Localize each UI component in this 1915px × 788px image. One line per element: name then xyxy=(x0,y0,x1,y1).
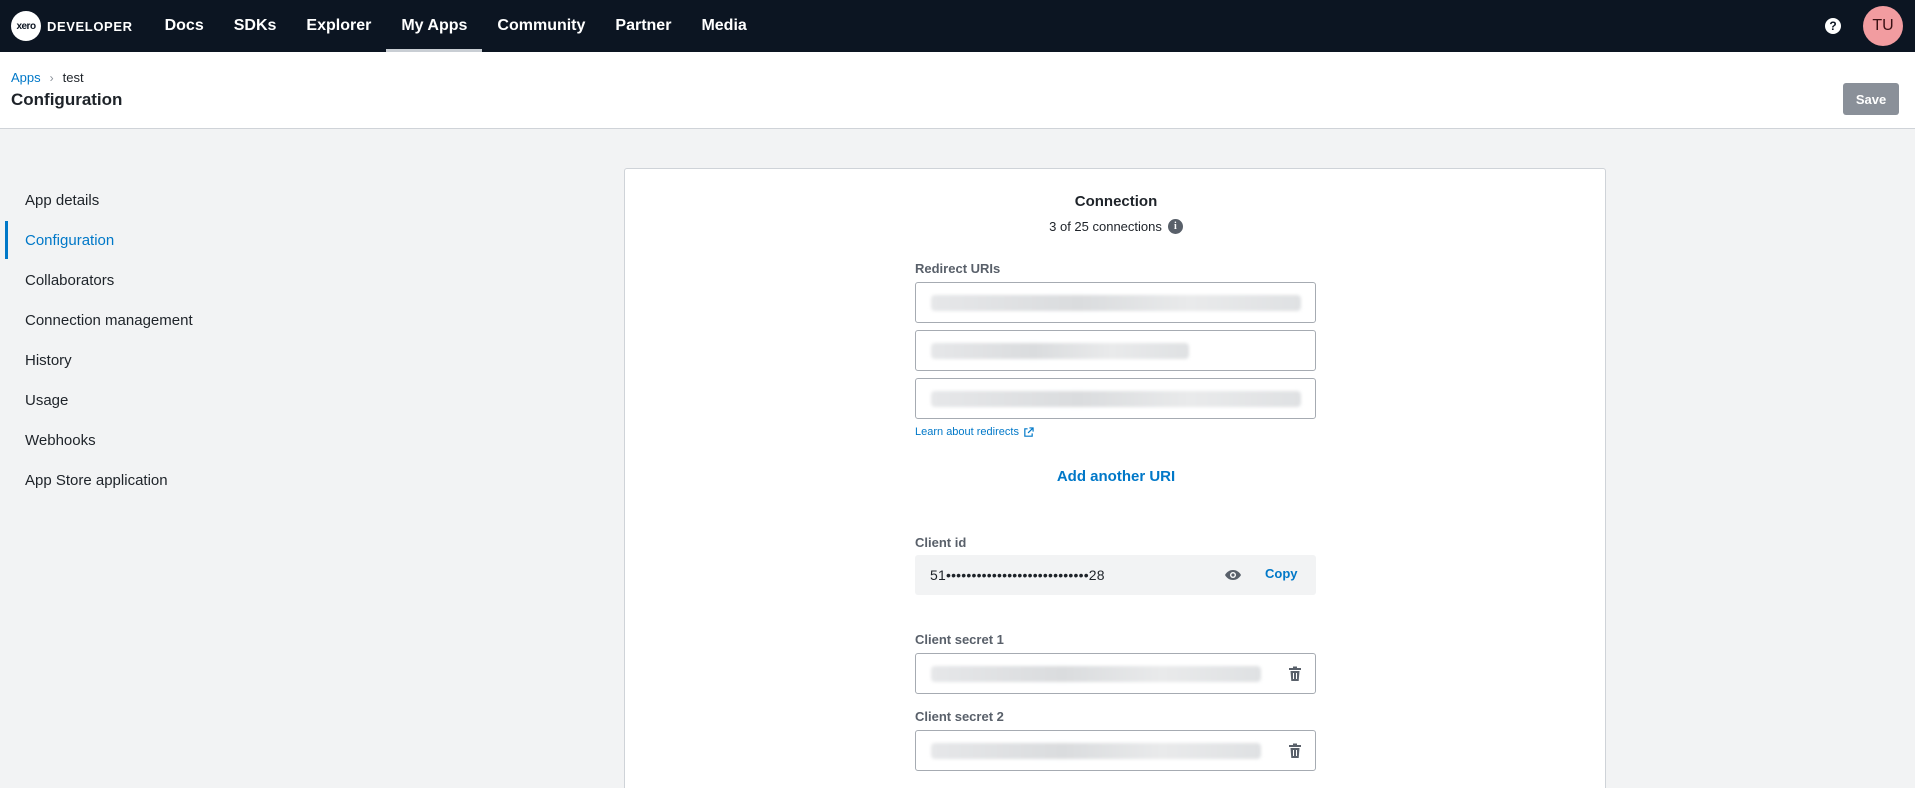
learn-link-label: Learn about redirects xyxy=(915,426,1019,438)
sidebar-item-history[interactable]: History xyxy=(0,340,400,380)
redacted-value xyxy=(931,743,1261,759)
breadcrumb-current: test xyxy=(62,70,84,85)
redirect-uri-input-2[interactable] xyxy=(915,330,1316,371)
learn-about-redirects-link[interactable]: Learn about redirects xyxy=(915,426,1034,438)
sidebar-item-configuration[interactable]: Configuration xyxy=(0,220,400,260)
nav-item-sdks[interactable]: SDKs xyxy=(219,0,292,52)
client-secret-2-label: Client secret 2 xyxy=(915,709,1004,724)
sidebar-item-connection-management[interactable]: Connection management xyxy=(0,300,400,340)
client-id-field: 51••••••••••••••••••••••••••••28 Copy xyxy=(915,555,1316,595)
client-secret-1-label: Client secret 1 xyxy=(915,632,1004,647)
info-icon[interactable]: i xyxy=(1167,219,1183,234)
connection-title: Connection xyxy=(1074,193,1158,210)
sidebar: App details Configuration Collaborators … xyxy=(0,180,400,500)
trash-icon[interactable] xyxy=(1288,743,1302,759)
help-icon[interactable]: ? xyxy=(1825,18,1841,34)
add-another-uri-button[interactable]: Add another URI xyxy=(625,468,1607,485)
external-link-icon xyxy=(1024,426,1034,437)
connection-card: Connection 3 of 25 connections i Redirec… xyxy=(624,168,1606,788)
sidebar-item-app-details[interactable]: App details xyxy=(0,180,400,220)
redirect-uri-input-1[interactable] xyxy=(915,282,1316,323)
breadcrumb-apps-link[interactable]: Apps xyxy=(11,70,41,85)
xero-logo: xero xyxy=(11,11,41,41)
save-button[interactable]: Save xyxy=(1843,83,1899,115)
user-avatar[interactable]: TU xyxy=(1863,6,1903,46)
brand[interactable]: xero DEVELOPER xyxy=(11,11,133,41)
trash-icon[interactable] xyxy=(1288,666,1302,682)
breadcrumb-chevron-icon: › xyxy=(49,70,54,85)
redirect-uris-label: Redirect URIs xyxy=(915,261,1001,276)
redirect-uri-input-3[interactable] xyxy=(915,378,1316,419)
copy-button[interactable]: Copy xyxy=(1265,566,1298,581)
nav-item-partner[interactable]: Partner xyxy=(600,0,686,52)
sidebar-item-collaborators[interactable]: Collaborators xyxy=(0,260,400,300)
nav-item-explorer[interactable]: Explorer xyxy=(291,0,386,52)
connection-count: 3 of 25 connections i xyxy=(625,219,1607,234)
sidebar-item-webhooks[interactable]: Webhooks xyxy=(0,420,400,460)
redacted-value xyxy=(931,666,1261,682)
page-header: Apps › test Configuration Save xyxy=(0,52,1915,129)
redacted-value xyxy=(931,391,1301,407)
nav-right: ? TU xyxy=(1825,0,1903,52)
sidebar-item-usage[interactable]: Usage xyxy=(0,380,400,420)
client-id-label: Client id xyxy=(915,535,967,550)
nav-item-my-apps[interactable]: My Apps xyxy=(386,0,483,52)
brand-text: DEVELOPER xyxy=(47,18,133,34)
client-secret-2-field[interactable] xyxy=(915,730,1316,771)
client-secret-1-field[interactable] xyxy=(915,653,1316,694)
sidebar-item-app-store-application[interactable]: App Store application xyxy=(0,460,400,500)
breadcrumb: Apps › test xyxy=(11,70,84,85)
nav-item-community[interactable]: Community xyxy=(482,0,600,52)
nav-item-docs[interactable]: Docs xyxy=(150,0,219,52)
connection-count-text: 3 of 25 connections xyxy=(1049,219,1162,234)
nav-items: Docs SDKs Explorer My Apps Community Par… xyxy=(150,0,762,52)
page-title: Configuration xyxy=(11,90,123,109)
client-id-value: 51••••••••••••••••••••••••••••28 xyxy=(930,567,1105,583)
eye-icon[interactable] xyxy=(1224,567,1242,583)
top-navbar: xero DEVELOPER Docs SDKs Explorer My App… xyxy=(0,0,1915,52)
redacted-value xyxy=(931,343,1189,359)
nav-item-media[interactable]: Media xyxy=(686,0,761,52)
redacted-value xyxy=(931,295,1301,311)
